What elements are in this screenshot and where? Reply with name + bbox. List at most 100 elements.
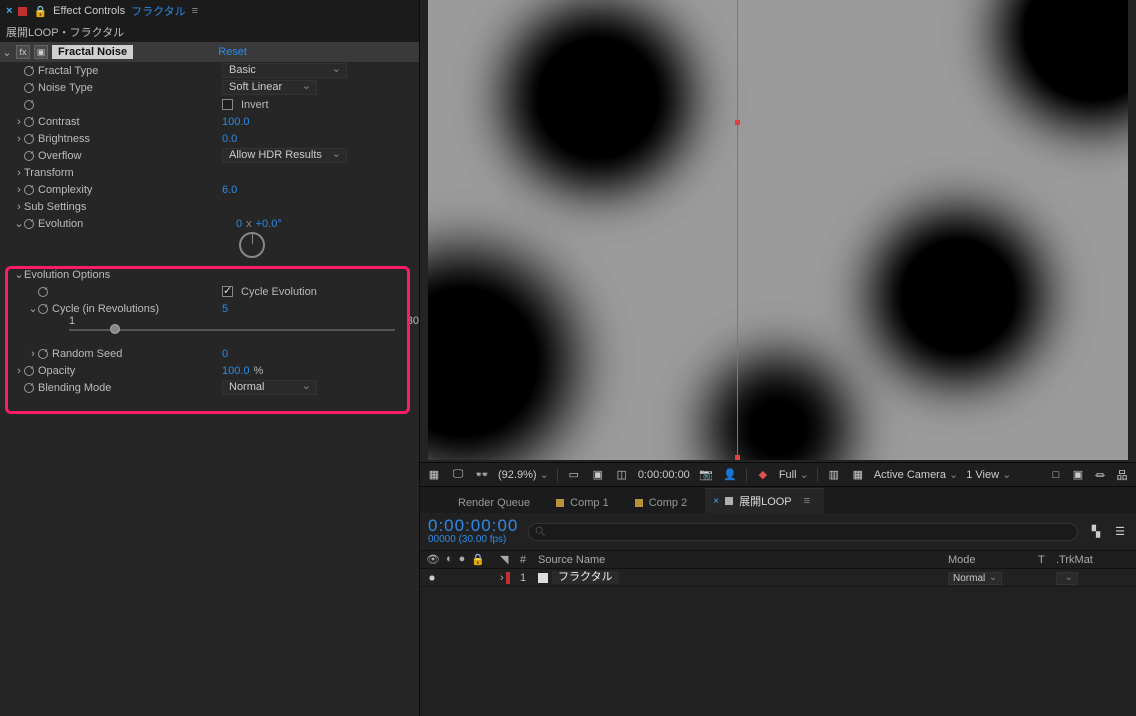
- composition-viewer[interactable]: [420, 0, 1136, 462]
- cycle-rev-slider[interactable]: 1 30: [14, 317, 419, 345]
- lock-icon[interactable]: 🔒: [33, 5, 47, 18]
- fx-enable-button[interactable]: fx: [16, 45, 30, 59]
- tab-active-comp[interactable]: ×展開LOOP≡: [705, 488, 824, 513]
- param-sub-settings[interactable]: › Sub Settings: [14, 198, 419, 215]
- stopwatch-icon[interactable]: [24, 383, 34, 393]
- layer-color-swatch[interactable]: [506, 572, 510, 584]
- grid-icon[interactable]: ▥: [826, 467, 842, 483]
- magnification-icon[interactable]: ▦: [426, 467, 442, 483]
- stopwatch-icon[interactable]: [24, 366, 34, 376]
- twirl-icon[interactable]: ⌄: [14, 268, 24, 281]
- effect-header[interactable]: ⌄ fx ▣ Fractal Noise Reset: [0, 42, 419, 62]
- composition-mini-flowchart-icon[interactable]: ▝▖: [1088, 524, 1104, 540]
- stopwatch-icon[interactable]: [38, 349, 48, 359]
- twirl-icon[interactable]: ›: [14, 201, 24, 213]
- tab-render-queue[interactable]: Render Queue: [450, 493, 544, 513]
- reset-link[interactable]: Reset: [218, 46, 247, 58]
- camera-dropdown[interactable]: Active Camera: [874, 468, 958, 481]
- tab-comp-2[interactable]: Comp 2: [627, 493, 702, 513]
- current-timecode[interactable]: 0:00:00:00: [428, 518, 518, 534]
- complexity-value[interactable]: 6.0: [222, 184, 237, 196]
- param-evolution-options[interactable]: ⌄ Evolution Options: [14, 266, 419, 283]
- twirl-icon[interactable]: ›: [28, 348, 38, 360]
- close-panel-button[interactable]: ×: [6, 5, 12, 17]
- fast-preview-icon[interactable]: ▣: [1070, 467, 1086, 483]
- solo-column-icon[interactable]: ●: [459, 553, 466, 566]
- pixel-aspect-icon[interactable]: □: [1048, 467, 1064, 483]
- channel-red-icon[interactable]: ◆: [755, 467, 771, 483]
- twirl-icon[interactable]: ⌄: [28, 302, 38, 315]
- lock-column-icon[interactable]: 🔒: [471, 553, 485, 566]
- timeline-layer-row[interactable]: › 1 フラクタル Normal: [420, 569, 1136, 587]
- twirl-icon[interactable]: ⌄: [14, 217, 24, 230]
- cycle-rev-value[interactable]: 5: [222, 303, 228, 315]
- stopwatch-icon[interactable]: [24, 151, 34, 161]
- stopwatch-icon[interactable]: [38, 287, 48, 297]
- twirl-icon[interactable]: ›: [14, 133, 24, 145]
- overflow-select[interactable]: Allow HDR Results: [222, 148, 347, 163]
- contrast-value[interactable]: 100.0: [222, 116, 250, 128]
- stopwatch-icon[interactable]: [24, 219, 34, 229]
- param-transform[interactable]: › Transform: [14, 164, 419, 181]
- tab-comp-1[interactable]: Comp 1: [548, 493, 623, 513]
- slider-track[interactable]: [69, 329, 395, 331]
- resolution-dropdown[interactable]: Full: [779, 468, 809, 481]
- twirl-icon[interactable]: ›: [14, 116, 24, 128]
- fx-preset-button[interactable]: ▣: [34, 45, 48, 59]
- twirl-icon[interactable]: ›: [14, 365, 24, 377]
- mode-column[interactable]: Mode: [948, 554, 1038, 566]
- twirl-icon[interactable]: ›: [14, 167, 24, 179]
- show-snapshot-icon[interactable]: 👤: [722, 467, 738, 483]
- source-name-column[interactable]: Source Name: [532, 554, 948, 566]
- stopwatch-icon[interactable]: [24, 185, 34, 195]
- timeline-search[interactable]: [528, 523, 1078, 541]
- guides-icon[interactable]: ▦: [850, 467, 866, 483]
- trkmat-column[interactable]: .TrkMat: [1056, 554, 1136, 566]
- stopwatch-icon[interactable]: [38, 304, 48, 314]
- t-column[interactable]: T: [1038, 554, 1056, 566]
- layer-trkmat-select[interactable]: [1056, 572, 1078, 585]
- noise-type-select[interactable]: Soft Linear: [222, 80, 317, 95]
- blending-mode-select[interactable]: Normal: [222, 380, 317, 395]
- number-column[interactable]: #: [514, 554, 532, 566]
- toggle-mask-icon[interactable]: 👓: [474, 467, 490, 483]
- layer-mode-select[interactable]: Normal: [948, 572, 1002, 585]
- stopwatch-icon[interactable]: [24, 83, 34, 93]
- evolution-deg-value[interactable]: +0.0: [256, 218, 282, 230]
- layer-twirl-icon[interactable]: ›: [500, 572, 504, 584]
- evolution-rev-value[interactable]: 0: [236, 218, 242, 230]
- roi-icon[interactable]: ◫: [614, 467, 630, 483]
- timeline-icon[interactable]: ⏛: [1092, 467, 1108, 483]
- stopwatch-icon[interactable]: [24, 100, 34, 110]
- panel-layer-name[interactable]: フラクタル: [131, 3, 186, 19]
- transparency-grid-icon[interactable]: ▣: [590, 467, 606, 483]
- stopwatch-icon[interactable]: [24, 134, 34, 144]
- fractal-type-select[interactable]: Basic: [222, 63, 347, 78]
- views-dropdown[interactable]: 1 View: [966, 468, 1011, 481]
- opacity-value[interactable]: 100.0: [222, 365, 250, 377]
- snapshot-icon[interactable]: 📷: [698, 467, 714, 483]
- preview-content[interactable]: [428, 0, 1128, 460]
- panel-menu-icon[interactable]: ≡: [192, 5, 198, 17]
- resolution-icon[interactable]: ▭: [566, 467, 582, 483]
- layer-handle[interactable]: [735, 455, 740, 460]
- monitor-icon[interactable]: 🖵: [450, 467, 466, 483]
- random-seed-value[interactable]: 0: [222, 348, 228, 360]
- brightness-value[interactable]: 0.0: [222, 133, 237, 145]
- audio-column-icon[interactable]: ◐: [446, 553, 453, 566]
- collapse-icon[interactable]: ⌄: [2, 46, 12, 59]
- twirl-icon[interactable]: ›: [14, 184, 24, 196]
- draft-3d-icon[interactable]: ☰: [1112, 524, 1128, 540]
- layer-bounding-box[interactable]: [738, 0, 1128, 460]
- invert-checkbox[interactable]: [222, 99, 233, 110]
- flowchart-icon[interactable]: 品: [1114, 467, 1130, 483]
- layer-name[interactable]: フラクタル: [552, 571, 619, 584]
- evolution-dial[interactable]: [239, 232, 265, 258]
- stopwatch-icon[interactable]: [24, 117, 34, 127]
- slider-thumb[interactable]: [110, 324, 120, 334]
- zoom-dropdown[interactable]: (92.9%): [498, 468, 549, 481]
- layer-handle[interactable]: [735, 120, 740, 125]
- eye-toggle[interactable]: [426, 572, 438, 584]
- label-column-icon[interactable]: ◥: [500, 554, 508, 566]
- cycle-evolution-checkbox[interactable]: [222, 286, 233, 297]
